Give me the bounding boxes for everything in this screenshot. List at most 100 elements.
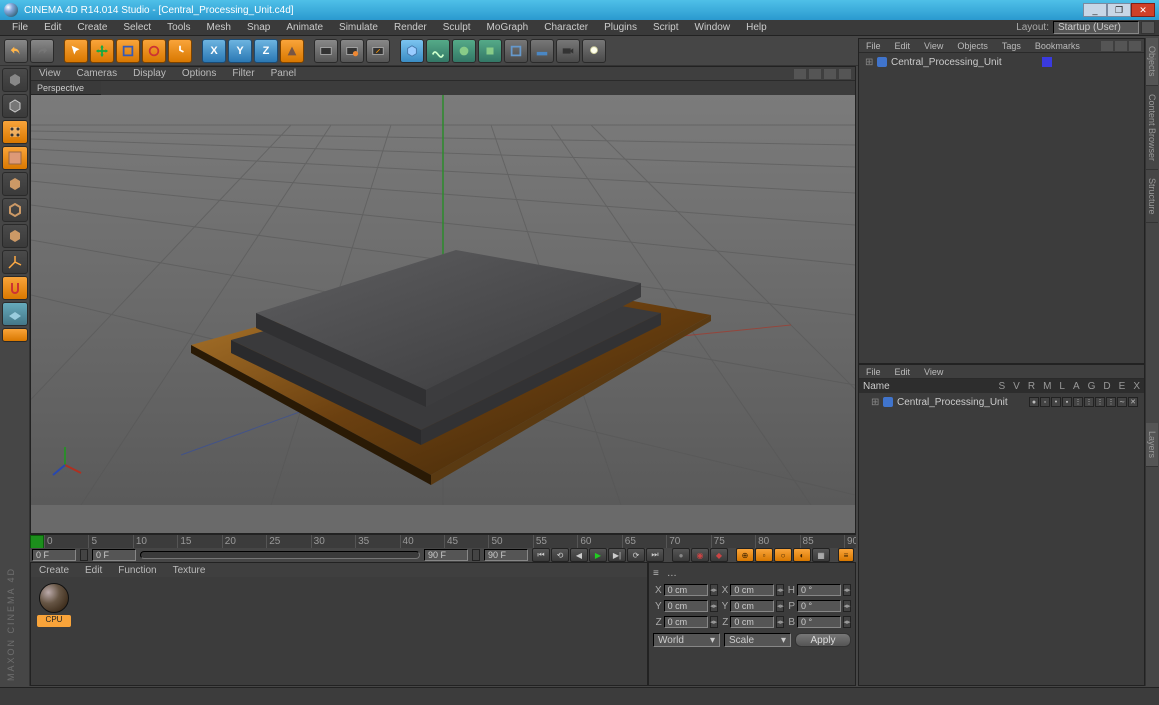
menu-script[interactable]: Script xyxy=(645,22,687,33)
goto-end-button[interactable]: ⏭ xyxy=(646,548,664,562)
vp-menu-options[interactable]: Options xyxy=(174,68,224,79)
menu-animate[interactable]: Animate xyxy=(278,22,331,33)
spinner-icon[interactable]: ◂▸ xyxy=(710,616,718,628)
next-key-button[interactable]: ⟳ xyxy=(627,548,645,562)
om-menu-tags[interactable]: Tags xyxy=(995,41,1028,51)
attr-object-name[interactable]: Central_Processing_Unit xyxy=(897,397,1008,408)
menu-tools[interactable]: Tools xyxy=(159,22,198,33)
mat-menu-create[interactable]: Create xyxy=(31,565,77,576)
coord-rot-input[interactable] xyxy=(797,616,841,628)
current-end-field[interactable]: 90 F xyxy=(424,549,468,561)
coord-pos-input[interactable] xyxy=(664,600,708,612)
add-deformer-button[interactable] xyxy=(504,39,528,63)
right-tab-layers[interactable]: Layers xyxy=(1146,423,1158,467)
last-tool[interactable] xyxy=(168,39,192,63)
mat-menu-texture[interactable]: Texture xyxy=(165,565,214,576)
attr-flag-g-icon[interactable]: ⋮ xyxy=(1095,397,1105,407)
range-start-field[interactable]: 0 F xyxy=(32,549,76,561)
right-tab-objects[interactable]: Objects xyxy=(1146,38,1158,86)
snap-toggle-button[interactable] xyxy=(2,276,28,300)
am-menu-view[interactable]: View xyxy=(917,367,950,377)
attr-flag-d-icon[interactable]: ⋮ xyxy=(1106,397,1116,407)
menu-render[interactable]: Render xyxy=(386,22,435,33)
om-menu-file[interactable]: File xyxy=(859,41,888,51)
attr-flag-r-icon[interactable]: • xyxy=(1051,397,1061,407)
undo-button[interactable] xyxy=(4,39,28,63)
texture-mode-button[interactable] xyxy=(2,146,28,170)
prev-frame-button[interactable]: ◀ xyxy=(570,548,588,562)
move-tool[interactable] xyxy=(90,39,114,63)
render-settings-button[interactable] xyxy=(366,39,390,63)
coord-rot-input[interactable] xyxy=(797,600,841,612)
rotate-tool[interactable] xyxy=(142,39,166,63)
coord-apply-button[interactable]: Apply xyxy=(795,633,851,647)
locked-workplane-button[interactable] xyxy=(2,328,28,342)
pla-key-toggle[interactable]: ▦ xyxy=(812,548,830,562)
attr-flag-a-icon[interactable]: ⋮ xyxy=(1084,397,1094,407)
y-axis-lock[interactable]: Y xyxy=(228,39,252,63)
menu-mograph[interactable]: MoGraph xyxy=(479,22,537,33)
redo-button[interactable] xyxy=(30,39,54,63)
vp-menu-filter[interactable]: Filter xyxy=(224,68,262,79)
coord-mode-select[interactable]: Scale▾ xyxy=(724,633,791,647)
make-editable-button[interactable] xyxy=(2,68,28,92)
vp-nav-toggle-icon[interactable] xyxy=(839,69,851,79)
expand-icon[interactable]: ⊞ xyxy=(871,397,879,408)
menu-file[interactable]: File xyxy=(4,22,36,33)
scale-key-toggle[interactable]: ▫ xyxy=(755,548,773,562)
menu-mesh[interactable]: Mesh xyxy=(199,22,239,33)
add-environment-button[interactable] xyxy=(530,39,554,63)
object-mode-button[interactable] xyxy=(2,120,28,144)
menu-simulate[interactable]: Simulate xyxy=(331,22,386,33)
viewport-canvas[interactable] xyxy=(31,95,855,533)
vp-nav-orbit-icon[interactable] xyxy=(824,69,836,79)
add-spline-button[interactable] xyxy=(426,39,450,63)
scale-tool[interactable] xyxy=(116,39,140,63)
point-mode-button[interactable] xyxy=(2,172,28,196)
add-nurbs-button[interactable] xyxy=(452,39,476,63)
spinner-icon[interactable]: ◂▸ xyxy=(776,600,784,612)
spinner-icon[interactable]: ◂▸ xyxy=(776,616,784,628)
object-layer-swatch[interactable] xyxy=(1042,57,1052,67)
render-view-button[interactable] xyxy=(314,39,338,63)
maximize-button[interactable]: ❐ xyxy=(1107,3,1131,17)
coord-size-input[interactable] xyxy=(730,584,774,596)
render-pv-button[interactable] xyxy=(340,39,364,63)
prev-key-button[interactable]: ⟲ xyxy=(551,548,569,562)
coord-rot-input[interactable] xyxy=(797,584,841,596)
spinner-icon[interactable]: ◂▸ xyxy=(843,584,851,596)
om-menu-edit[interactable]: Edit xyxy=(888,41,918,51)
om-view-icon[interactable] xyxy=(1129,41,1141,51)
attr-flag-l-icon[interactable]: ⋮ xyxy=(1073,397,1083,407)
add-generator-button[interactable] xyxy=(478,39,502,63)
layout-selector[interactable]: Startup (User) xyxy=(1053,21,1139,34)
layout-revert-button[interactable] xyxy=(1141,21,1155,34)
next-frame-button[interactable]: ▶| xyxy=(608,548,626,562)
close-button[interactable]: ✕ xyxy=(1131,3,1155,17)
range-slider[interactable] xyxy=(140,551,420,559)
attr-flag-x-icon[interactable]: ✕ xyxy=(1128,397,1138,407)
expand-icon[interactable]: ⊞ xyxy=(865,57,873,68)
coord-size-input[interactable] xyxy=(730,616,774,628)
coord-system-toggle[interactable] xyxy=(280,39,304,63)
mat-menu-edit[interactable]: Edit xyxy=(77,565,110,576)
am-menu-file[interactable]: File xyxy=(859,367,888,377)
attr-flag-s-icon[interactable]: ● xyxy=(1029,397,1039,407)
vp-menu-view[interactable]: View xyxy=(31,68,69,79)
add-camera-button[interactable] xyxy=(556,39,580,63)
vp-menu-display[interactable]: Display xyxy=(125,68,174,79)
add-cube-button[interactable] xyxy=(400,39,424,63)
viewport-tab[interactable]: Perspective xyxy=(31,81,101,95)
attr-flag-v-icon[interactable]: ▫ xyxy=(1040,397,1050,407)
om-filter-icon[interactable] xyxy=(1115,41,1127,51)
minimize-button[interactable]: _ xyxy=(1083,3,1107,17)
range-end-field[interactable]: 90 F xyxy=(484,549,528,561)
timeline-options-button[interactable]: ≡ xyxy=(838,548,854,562)
play-button[interactable]: ▶ xyxy=(589,548,607,562)
z-axis-lock[interactable]: Z xyxy=(254,39,278,63)
attr-flag-m-icon[interactable]: ▪ xyxy=(1062,397,1072,407)
coord-size-input[interactable] xyxy=(730,600,774,612)
menu-sculpt[interactable]: Sculpt xyxy=(435,22,479,33)
spinner-icon[interactable] xyxy=(80,549,88,561)
spinner-icon[interactable]: ◂▸ xyxy=(776,584,784,596)
